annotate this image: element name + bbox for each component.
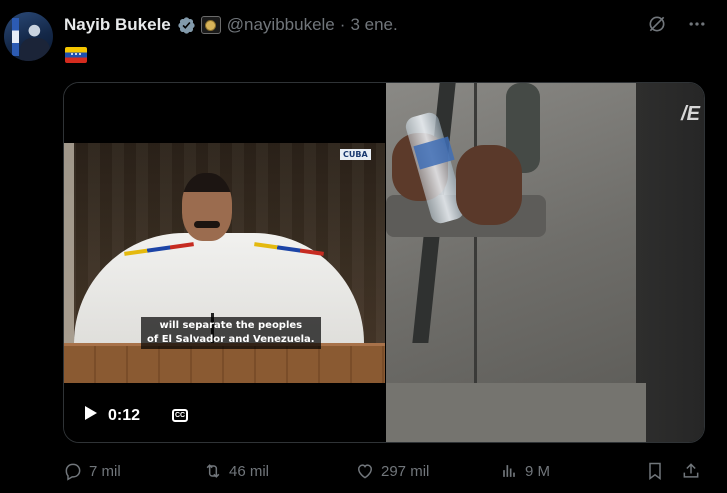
hand-right	[456, 145, 522, 225]
subtitle-line-2: of El Salvador and Venezuela.	[147, 334, 315, 345]
tweet-header: Nayib Bukele @nayibbukele · 3 ene.	[64, 14, 398, 36]
play-icon[interactable]	[84, 405, 98, 426]
tweet-top-actions	[647, 14, 707, 34]
repost-count: 46 mil	[229, 462, 270, 480]
captions-icon[interactable]: CC	[172, 409, 189, 422]
views-count: 9 M	[525, 462, 551, 480]
affiliation-badge-icon[interactable]	[200, 16, 221, 34]
media-grid: CUBA will separate the peoples of El Sal…	[63, 82, 705, 443]
podium	[64, 343, 385, 383]
share-icon	[681, 461, 701, 481]
video-player[interactable]: CUBA will separate the peoples of El Sal…	[64, 83, 385, 442]
analytics-icon	[499, 461, 519, 481]
heart-icon	[355, 461, 375, 481]
repost-icon	[203, 461, 223, 481]
speaker-head	[182, 173, 232, 241]
grok-icon[interactable]	[647, 14, 667, 34]
reply-button[interactable]: 7 mil	[63, 458, 121, 484]
video-frame[interactable]: CUBA will separate the peoples of El Sal…	[64, 143, 385, 383]
share-button[interactable]	[681, 458, 701, 484]
more-options-icon[interactable]	[687, 14, 707, 34]
photo-image[interactable]: /E	[386, 83, 704, 442]
photo-logo: /E	[681, 103, 700, 125]
subtitle-line-1: will separate the peoples	[159, 320, 303, 331]
channel-badge: CUBA	[340, 149, 371, 160]
venezuela-flag-icon	[65, 47, 87, 63]
video-subtitles: will separate the peoples of El Salvador…	[141, 317, 321, 349]
views-button[interactable]: 9 M	[499, 458, 550, 484]
like-button[interactable]: 297 mil	[355, 458, 429, 484]
reply-count: 7 mil	[89, 462, 121, 480]
repost-button[interactable]: 46 mil	[203, 458, 269, 484]
avatar-figure	[20, 38, 50, 61]
bookmark-icon	[645, 461, 665, 481]
video-timestamp: 0:12	[108, 406, 141, 424]
tweet-timestamp[interactable]: 3 ene.	[350, 15, 397, 35]
verified-badge-icon[interactable]	[177, 16, 196, 35]
avatar[interactable]	[4, 12, 53, 61]
avatar-flag	[12, 18, 19, 56]
video-controls: 0:12 CC	[84, 405, 189, 426]
like-count: 297 mil	[381, 462, 430, 480]
separator-dot: ·	[339, 15, 346, 34]
tweet-actions: 7 mil 46 mil 297 mil 9 M	[63, 458, 705, 484]
bookmark-button[interactable]	[645, 458, 665, 484]
author-name[interactable]: Nayib Bukele	[64, 15, 171, 35]
reply-icon	[63, 461, 83, 481]
author-handle[interactable]: @nayibbukele	[227, 15, 335, 35]
